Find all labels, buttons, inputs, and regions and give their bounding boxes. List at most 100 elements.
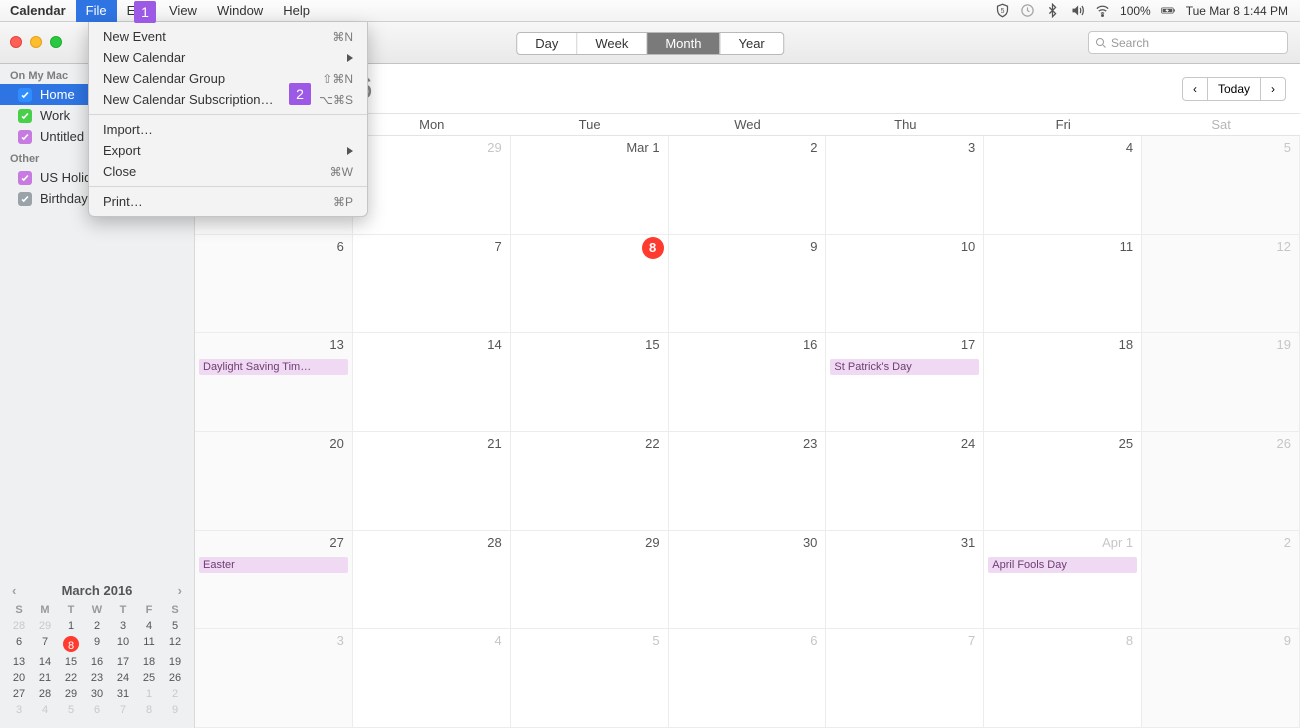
calendar-checkbox[interactable] xyxy=(18,171,32,185)
day-cell[interactable]: 5 xyxy=(511,629,669,728)
view-segmented-control[interactable]: DayWeekMonthYear xyxy=(516,32,784,55)
day-cell[interactable]: Mar 1 xyxy=(511,136,669,235)
mini-day[interactable]: 17 xyxy=(110,654,136,670)
minimize-button[interactable] xyxy=(30,36,42,48)
day-cell[interactable]: 5 xyxy=(1142,136,1300,235)
day-cell[interactable]: 23 xyxy=(669,432,827,531)
day-cell[interactable]: 17St Patrick's Day xyxy=(826,333,984,432)
day-cell[interactable]: 14 xyxy=(353,333,511,432)
calendar-checkbox[interactable] xyxy=(18,109,32,123)
mini-day[interactable]: 21 xyxy=(32,670,58,686)
menu-window[interactable]: Window xyxy=(207,0,273,22)
day-cell[interactable]: 19 xyxy=(1142,333,1300,432)
day-cell[interactable]: 16 xyxy=(669,333,827,432)
day-cell[interactable]: 28 xyxy=(353,531,511,630)
menu-item[interactable]: New Calendar xyxy=(89,47,367,68)
day-cell[interactable]: 24 xyxy=(826,432,984,531)
zoom-button[interactable] xyxy=(50,36,62,48)
day-cell[interactable]: 29 xyxy=(353,136,511,235)
search-field[interactable]: Search xyxy=(1088,31,1288,54)
mini-day[interactable]: 28 xyxy=(32,686,58,702)
day-cell[interactable]: Apr 1April Fools Day xyxy=(984,531,1142,630)
day-cell[interactable]: 7 xyxy=(826,629,984,728)
day-cell[interactable]: 10 xyxy=(826,235,984,334)
menu-item[interactable]: Close⌘W xyxy=(89,161,367,182)
mini-day[interactable]: 3 xyxy=(110,618,136,634)
mini-day[interactable]: 4 xyxy=(32,702,58,718)
day-cell[interactable]: 9 xyxy=(1142,629,1300,728)
month-nav[interactable]: ‹ Today › xyxy=(1182,77,1286,101)
day-cell[interactable]: 18 xyxy=(984,333,1142,432)
menu-item[interactable]: Print…⌘P xyxy=(89,191,367,212)
mini-day[interactable]: 20 xyxy=(6,670,32,686)
mini-day[interactable]: 2 xyxy=(84,618,110,634)
day-cell[interactable]: 29 xyxy=(511,531,669,630)
day-cell[interactable]: 2 xyxy=(669,136,827,235)
menu-view[interactable]: View xyxy=(159,0,207,22)
mini-day[interactable]: 25 xyxy=(136,670,162,686)
view-day[interactable]: Day xyxy=(517,33,577,54)
mini-day[interactable]: 14 xyxy=(32,654,58,670)
mini-day[interactable]: 7 xyxy=(110,702,136,718)
calendar-checkbox[interactable] xyxy=(18,130,32,144)
day-cell[interactable]: 8 xyxy=(984,629,1142,728)
next-month-icon[interactable]: › xyxy=(178,583,182,598)
mini-day[interactable]: 29 xyxy=(58,686,84,702)
day-cell[interactable]: 4 xyxy=(353,629,511,728)
mini-day[interactable]: 18 xyxy=(136,654,162,670)
mini-day[interactable]: 30 xyxy=(84,686,110,702)
menu-item[interactable]: New Calendar Subscription…⌥⌘S xyxy=(89,89,367,110)
mini-day[interactable]: 6 xyxy=(84,702,110,718)
calendar-checkbox[interactable] xyxy=(18,192,32,206)
mini-day[interactable]: 1 xyxy=(58,618,84,634)
mini-day[interactable]: 10 xyxy=(110,634,136,654)
mini-day[interactable]: 4 xyxy=(136,618,162,634)
day-cell[interactable]: 4 xyxy=(984,136,1142,235)
day-cell[interactable]: 3 xyxy=(195,629,353,728)
mini-day[interactable]: 8 xyxy=(136,702,162,718)
menu-item[interactable]: New Calendar Group⇧⌘N xyxy=(89,68,367,89)
mini-day[interactable]: 3 xyxy=(6,702,32,718)
menu-item[interactable]: Import… xyxy=(89,119,367,140)
day-cell[interactable]: 2 xyxy=(1142,531,1300,630)
mini-day[interactable]: 15 xyxy=(58,654,84,670)
day-cell[interactable]: 21 xyxy=(353,432,511,531)
day-cell[interactable]: 9 xyxy=(669,235,827,334)
day-cell[interactable]: 15 xyxy=(511,333,669,432)
day-cell[interactable]: 11 xyxy=(984,235,1142,334)
day-cell[interactable]: 12 xyxy=(1142,235,1300,334)
menu-item[interactable]: New Event⌘N xyxy=(89,26,367,47)
day-cell[interactable]: 27Easter xyxy=(195,531,353,630)
mini-day[interactable]: 31 xyxy=(110,686,136,702)
mini-day[interactable]: 12 xyxy=(162,634,188,654)
prev-month-icon[interactable]: ‹ xyxy=(12,583,16,598)
day-cell[interactable]: 6 xyxy=(195,235,353,334)
day-cell[interactable]: 25 xyxy=(984,432,1142,531)
mini-day[interactable]: 26 xyxy=(162,670,188,686)
view-month[interactable]: Month xyxy=(647,33,720,54)
mini-day[interactable]: 16 xyxy=(84,654,110,670)
mini-day[interactable]: 23 xyxy=(84,670,110,686)
view-year[interactable]: Year xyxy=(720,33,782,54)
mini-day[interactable]: 5 xyxy=(162,618,188,634)
mini-day[interactable]: 8 xyxy=(58,634,84,654)
month-grid[interactable]: 2829Mar 12345678910111213Daylight Saving… xyxy=(195,136,1300,728)
mini-day[interactable]: 13 xyxy=(6,654,32,670)
day-cell[interactable]: 26 xyxy=(1142,432,1300,531)
mini-day[interactable]: 1 xyxy=(136,686,162,702)
mini-day[interactable]: 7 xyxy=(32,634,58,654)
mini-day[interactable]: 22 xyxy=(58,670,84,686)
mini-day[interactable]: 19 xyxy=(162,654,188,670)
app-menu[interactable]: Calendar xyxy=(0,0,76,22)
mini-day[interactable]: 9 xyxy=(162,702,188,718)
prev-button[interactable]: ‹ xyxy=(1182,77,1208,101)
day-cell[interactable]: 31 xyxy=(826,531,984,630)
mini-day[interactable]: 6 xyxy=(6,634,32,654)
event-bar[interactable]: St Patrick's Day xyxy=(830,359,979,375)
today-button[interactable]: Today xyxy=(1208,77,1260,101)
day-cell[interactable]: 30 xyxy=(669,531,827,630)
day-cell[interactable]: 13Daylight Saving Tim… xyxy=(195,333,353,432)
mini-day[interactable]: 9 xyxy=(84,634,110,654)
event-bar[interactable]: Daylight Saving Tim… xyxy=(199,359,348,375)
menu-file[interactable]: File xyxy=(76,0,117,22)
